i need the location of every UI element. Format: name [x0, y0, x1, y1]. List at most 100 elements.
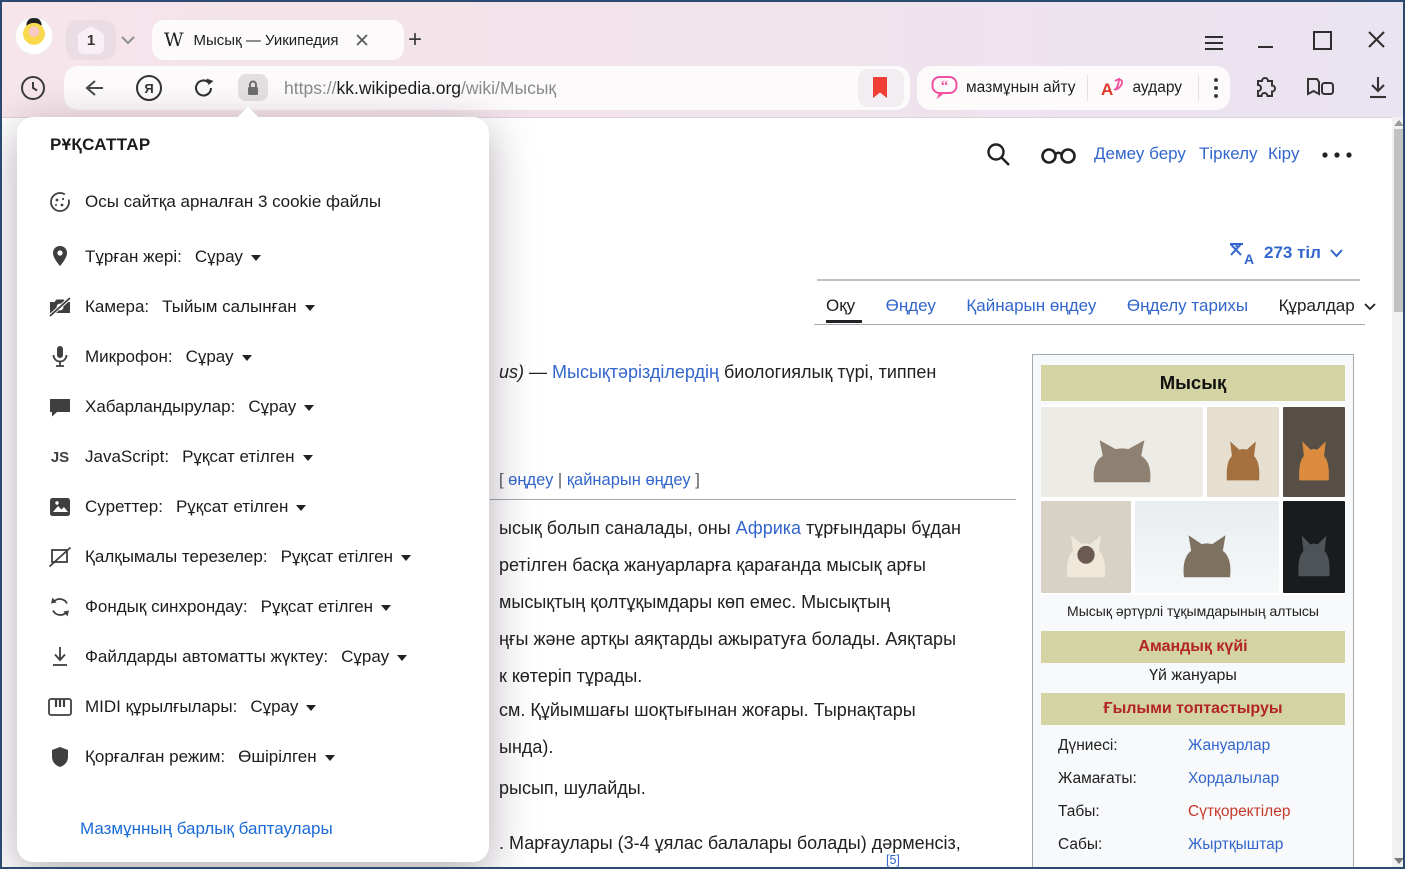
cat-photo-siamese[interactable]	[1041, 501, 1131, 593]
dropdown-caret-icon	[251, 255, 261, 261]
permission-label: Суреттер:	[85, 497, 163, 517]
tab-read[interactable]: Оқу	[826, 296, 855, 315]
cat-photo-tabby-lying[interactable]	[1041, 407, 1203, 497]
read-aloud-button[interactable]: мазмұнын айту	[966, 79, 1075, 97]
permission-label: Камера:	[85, 297, 149, 317]
article-line: ңғы және артқы аяқтарды ажыратуға болады…	[499, 629, 956, 650]
reload-icon[interactable]	[191, 75, 217, 101]
permission-label: MIDI құрылғылары:	[85, 697, 237, 717]
collections-icon[interactable]	[1305, 74, 1339, 104]
permission-value-dropdown[interactable]: Рұқсат етілген	[261, 597, 391, 617]
maximize-button[interactable]	[1313, 31, 1332, 50]
tab-title: Мысық — Уикипедия	[194, 32, 339, 49]
header-more-icon[interactable]	[1320, 150, 1356, 160]
taxonomy-value[interactable]: Жануарлар	[1188, 737, 1270, 755]
page-actions-group: “ мазмұнын айту A аудару	[917, 66, 1230, 110]
article-link[interactable]: Мысықтәрізділердің	[552, 362, 719, 382]
permission-value-dropdown[interactable]: Сұрау	[341, 647, 407, 667]
tab-edit[interactable]: Өңдеу	[886, 296, 936, 315]
scrollbar-thumb[interactable]	[1394, 129, 1403, 312]
section-divider	[490, 499, 1016, 500]
dropdown-caret-icon	[306, 705, 316, 711]
cookies-link[interactable]: Осы сайтқа арналған 3 cookie файлы	[85, 192, 381, 212]
search-icon[interactable]	[985, 141, 1013, 169]
wikipedia-favicon: W	[164, 29, 184, 51]
edit-link[interactable]: өңдеу	[508, 471, 553, 489]
tab-tools[interactable]: Құралдар	[1279, 296, 1355, 315]
permission-value-dropdown[interactable]: Рұқсат етілген	[176, 497, 306, 517]
history-icon[interactable]	[18, 73, 48, 103]
dropdown-caret-icon	[381, 605, 391, 611]
tab-edit-source[interactable]: Қайнарын өңдеу	[966, 296, 1096, 315]
permission-value-dropdown[interactable]: Сұрау	[195, 247, 261, 267]
yandex-icon[interactable]: Я	[135, 74, 163, 102]
permission-row-javascript: JS JavaScript: Рұқсат етілген	[48, 444, 313, 470]
cat-photo-tabby-snow[interactable]	[1135, 501, 1279, 593]
tab-counter[interactable]: 1	[66, 20, 116, 60]
language-selector[interactable]: A 273 тіл	[1228, 240, 1344, 266]
site-permissions-button[interactable]	[238, 74, 268, 101]
dropdown-caret-icon	[401, 555, 411, 561]
permission-row-background-sync: Фондық синхрондау: Рұқсат етілген	[48, 594, 391, 620]
taxonomy-value[interactable]: Жыртқыштар	[1188, 836, 1283, 854]
appearance-glasses-icon[interactable]	[1040, 146, 1080, 166]
article-link[interactable]: Африка	[736, 518, 801, 538]
scrollbar-down-arrow[interactable]	[1394, 858, 1404, 864]
article-line: см. Құйымшағы шоқтығынан жоғары. Тырнақт…	[499, 700, 916, 721]
status-header: Амандық күйі	[1041, 631, 1345, 663]
permission-label: Тұрған жері:	[85, 247, 182, 267]
language-count: 273 тіл	[1264, 243, 1321, 263]
reference-link[interactable]: [5]	[886, 853, 900, 867]
close-button[interactable]	[1367, 30, 1386, 49]
permission-label: Хабарландырулар:	[85, 397, 235, 417]
popups-icon	[48, 545, 72, 569]
all-content-settings-link[interactable]: Мазмұнның барлық баптаулары	[80, 819, 333, 839]
browser-tab[interactable]: W Мысық — Уикипедия	[152, 20, 404, 60]
taxonomy-value[interactable]: Хордалылар	[1188, 770, 1279, 788]
permission-row-camera: Камера: Тыйым салынған	[48, 294, 315, 320]
permission-row-images: Суреттер: Рұқсат етілген	[48, 494, 306, 520]
menu-icon[interactable]	[1205, 32, 1223, 54]
new-tab-button[interactable]: +	[408, 26, 422, 54]
extensions-icon[interactable]	[1251, 74, 1281, 104]
more-actions-icon[interactable]	[1213, 76, 1219, 100]
cat-photo-orange-white[interactable]	[1283, 407, 1345, 497]
bookmark-icon	[871, 76, 891, 100]
cat-image-collage[interactable]	[1041, 405, 1345, 595]
location-icon	[48, 245, 72, 269]
camera-off-icon	[48, 295, 72, 319]
permission-value-dropdown[interactable]: Сұрау	[186, 347, 252, 367]
permission-row-notifications: Хабарландырулар: Сұрау	[48, 394, 314, 420]
profile-avatar[interactable]	[16, 18, 52, 54]
header-link-login[interactable]: Кіру	[1268, 144, 1299, 164]
edit-source-link[interactable]: қайнарын өңдеу	[567, 471, 691, 489]
tools-chevron-icon	[1363, 302, 1377, 311]
downloads-icon[interactable]	[1365, 74, 1391, 102]
back-icon[interactable]	[82, 77, 106, 99]
permission-label: Қорғалған режим:	[85, 747, 225, 767]
header-link-register[interactable]: Тіркелу	[1199, 144, 1258, 164]
url-text[interactable]: https://kk.wikipedia.org/wiki/Мысық	[284, 66, 556, 110]
tab-close-icon[interactable]	[355, 33, 369, 47]
cat-photo-grey[interactable]	[1283, 501, 1345, 593]
permission-value-dropdown[interactable]: Сұрау	[248, 397, 314, 417]
permission-value-dropdown[interactable]: Өшірілген	[238, 747, 334, 767]
bookmark-button[interactable]	[858, 69, 904, 107]
taxonomy-value[interactable]: Сүтқоректілер	[1188, 803, 1290, 821]
auto-download-icon	[48, 645, 72, 669]
permission-value-dropdown[interactable]: Тыйым салынған	[162, 297, 315, 317]
translate-icon: A	[1100, 75, 1126, 101]
permission-value-dropdown[interactable]: Сұрау	[250, 697, 316, 717]
tab-history[interactable]: Өңделу тарихы	[1127, 296, 1248, 315]
url-host: kk.wikipedia.org	[337, 78, 462, 98]
scrollbar-up-arrow[interactable]	[1394, 120, 1404, 126]
taxonomy-label: Дүниесі:	[1058, 737, 1118, 755]
background-sync-icon	[48, 595, 72, 619]
cat-photo-abyssinian[interactable]	[1207, 407, 1279, 497]
translate-button[interactable]: аудару	[1132, 79, 1182, 97]
tab-list-chevron-icon[interactable]	[120, 32, 136, 50]
header-link-donate[interactable]: Демеу беру	[1094, 144, 1186, 164]
permission-value-dropdown[interactable]: Рұқсат етілген	[182, 447, 312, 467]
permission-value-dropdown[interactable]: Рұқсат етілген	[281, 547, 411, 567]
minimize-button[interactable]	[1258, 46, 1273, 48]
